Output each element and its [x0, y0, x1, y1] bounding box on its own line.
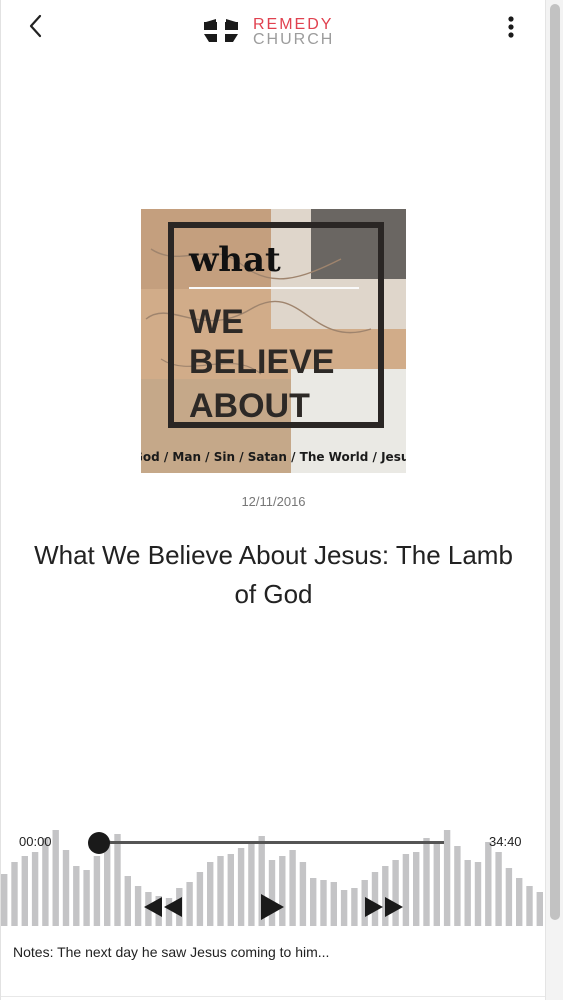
scrollbar[interactable] — [545, 0, 563, 1000]
waveform-bar — [196, 872, 204, 926]
waveform-bar — [330, 882, 337, 926]
waveform-bar — [207, 862, 214, 926]
waveform-bar — [351, 888, 358, 926]
artwork-image: what WE BELIEVE ABOUT God / Man / Sin / … — [141, 209, 406, 473]
waveform-bar — [464, 860, 471, 926]
waveform-bar — [134, 886, 142, 926]
artwork-word-what: what — [188, 240, 281, 280]
waveform-bar — [485, 842, 492, 926]
audio-player: 00:00 34:40 — [1, 826, 546, 926]
sermon-series-artwork: what WE BELIEVE ABOUT God / Man / Sin / … — [141, 209, 406, 473]
progress-track[interactable] — [98, 841, 444, 844]
waveform-bar — [237, 848, 245, 926]
waveform-bar — [413, 852, 420, 926]
waveform-bar — [505, 868, 513, 926]
sermon-title: What We Believe About Jesus: The Lamb of… — [34, 540, 513, 609]
waveform-bar — [495, 852, 502, 926]
waveform-bar — [310, 878, 317, 926]
waveform-bar — [42, 838, 49, 926]
fast-forward-button[interactable] — [361, 890, 405, 924]
waveform-bar — [186, 882, 193, 926]
waveform-bar — [21, 856, 28, 926]
more-vertical-icon — [508, 16, 514, 38]
play-button[interactable] — [257, 890, 287, 924]
waveform-bar — [433, 842, 440, 926]
waveform-bar — [443, 830, 451, 926]
waveform-bar — [11, 862, 18, 926]
sermon-date: 12/11/2016 — [241, 494, 306, 509]
app-screen: REMEDY CHURCH what WE BELIEVE ABOUT God … — [0, 0, 546, 1000]
waveform-bar — [299, 862, 307, 926]
waveform-bar — [516, 878, 523, 926]
waveform-bar — [104, 840, 111, 926]
waveform-bar — [289, 850, 296, 926]
artwork-word-believe: BELIEVE — [189, 343, 334, 381]
chevron-left-icon — [29, 14, 42, 38]
waveform-bar — [73, 866, 80, 926]
divider — [1, 996, 546, 997]
logo-text-church: CHURCH — [253, 31, 335, 48]
waveform-bar — [83, 870, 90, 926]
artwork-word-about: ABOUT — [189, 387, 310, 425]
church-logo-mark — [204, 19, 238, 42]
waveform-bar — [62, 850, 70, 926]
logo-text-remedy: REMEDY — [253, 16, 334, 33]
time-total: 34:40 — [489, 834, 522, 849]
waveform-bar — [340, 890, 348, 926]
waveform-bar — [536, 892, 543, 926]
waveform-bar — [454, 846, 461, 926]
waveform-bar — [114, 834, 121, 926]
waveform-bar — [93, 856, 101, 926]
church-logo: REMEDY CHURCH — [201, 14, 334, 50]
waveform-bar — [227, 854, 234, 926]
progress-thumb[interactable] — [88, 832, 110, 854]
artwork-topics: God / Man / Sin / Satan / The World / Je… — [141, 450, 406, 464]
waveform-bar — [320, 880, 327, 926]
waveform-bar — [31, 852, 39, 926]
waveform-bar — [52, 830, 59, 926]
rewind-button[interactable] — [142, 890, 186, 924]
waveform-bar — [526, 886, 533, 926]
rewind-icon — [144, 897, 182, 917]
artwork-word-we: WE — [189, 303, 244, 341]
waveform-bar — [474, 862, 482, 926]
sermon-notes[interactable]: Notes: The next day he saw Jesus coming … — [13, 944, 329, 960]
back-button[interactable] — [23, 12, 51, 40]
fast-forward-icon — [365, 897, 403, 917]
scrollbar-thumb[interactable] — [550, 4, 560, 920]
play-icon — [261, 894, 284, 920]
waveform-bar — [217, 856, 224, 926]
more-options-button[interactable] — [501, 14, 521, 42]
waveform-bar — [1, 874, 8, 926]
waveform-bar — [248, 844, 255, 926]
waveform-bar — [124, 876, 131, 926]
time-elapsed: 00:00 — [19, 834, 52, 849]
waveform-bar — [423, 838, 430, 926]
